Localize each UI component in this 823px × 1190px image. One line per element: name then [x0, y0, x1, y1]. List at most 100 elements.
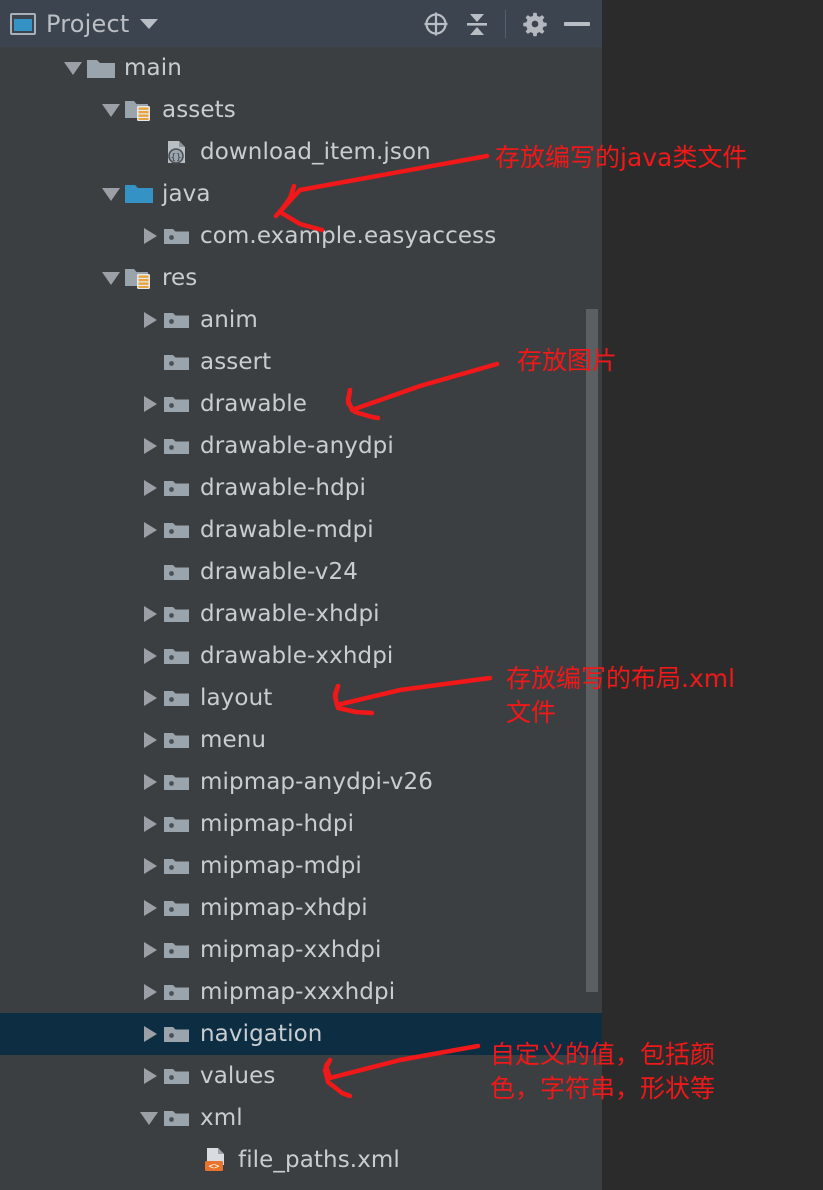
package-icon [162, 895, 192, 921]
folder-resource-icon [124, 265, 154, 291]
tool-window-actions [423, 9, 592, 38]
package-icon [162, 475, 192, 501]
tree-row[interactable]: <> file_paths.xml [0, 1139, 602, 1181]
chevron-right-icon[interactable] [138, 1055, 162, 1097]
chevron-down-icon[interactable] [138, 1097, 162, 1139]
chevron-right-icon[interactable] [138, 677, 162, 719]
settings-gear-icon[interactable] [522, 11, 548, 37]
folder-source-blue-icon [124, 181, 154, 207]
chevron-down-icon[interactable] [100, 257, 124, 299]
tree-row[interactable]: assert [0, 341, 602, 383]
vertical-scrollbar[interactable] [586, 309, 598, 992]
tree-row-label: anim [200, 306, 258, 333]
svg-text:<>: <> [209, 1162, 220, 1172]
chevron-right-icon[interactable] [138, 929, 162, 971]
tree-row[interactable]: mipmap-anydpi-v26 [0, 761, 602, 803]
tree-row-label: res [162, 264, 198, 291]
package-icon [162, 223, 192, 249]
project-view-icon [10, 12, 36, 35]
tree-row[interactable]: mipmap-mdpi [0, 845, 602, 887]
chevron-down-icon[interactable] [100, 89, 124, 131]
chevron-right-icon[interactable] [138, 887, 162, 929]
toggle-placeholder [138, 131, 162, 173]
tree-row[interactable]: drawable-v24 [0, 551, 602, 593]
chevron-right-icon[interactable] [138, 425, 162, 467]
tree-row-label: java [162, 180, 211, 207]
package-icon [162, 433, 192, 459]
package-icon [162, 811, 192, 837]
tree-row[interactable]: anim [0, 299, 602, 341]
package-icon [162, 769, 192, 795]
chevron-right-icon[interactable] [138, 509, 162, 551]
tree-row[interactable]: mipmap-hdpi [0, 803, 602, 845]
package-icon [162, 307, 192, 333]
chevron-down-icon[interactable] [139, 18, 158, 29]
package-icon [162, 643, 192, 669]
tree-row[interactable]: drawable-xhdpi [0, 593, 602, 635]
annotation-text: 存放编写的布局.xml 文件 [506, 664, 736, 727]
package-icon [162, 601, 192, 627]
chevron-right-icon[interactable] [138, 1013, 162, 1055]
package-icon [162, 937, 192, 963]
tree-row-label: drawable-v24 [200, 558, 358, 585]
editor-area-background [602, 0, 823, 1190]
chevron-down-icon[interactable] [100, 173, 124, 215]
chevron-right-icon[interactable] [138, 467, 162, 509]
tree-row[interactable]: drawable-hdpi [0, 467, 602, 509]
tool-window-title-group[interactable]: Project [10, 10, 158, 38]
chevron-right-icon[interactable] [138, 845, 162, 887]
package-icon [162, 517, 192, 543]
tree-row-label: drawable-mdpi [200, 516, 374, 543]
chevron-right-icon[interactable] [138, 719, 162, 761]
tree-row[interactable]: drawable-anydpi [0, 425, 602, 467]
tree-row[interactable]: java [0, 173, 602, 215]
json-file-icon: {} [162, 139, 192, 165]
tree-row[interactable]: mipmap-xhdpi [0, 887, 602, 929]
chevron-right-icon[interactable] [138, 761, 162, 803]
select-opened-file-icon[interactable] [423, 11, 449, 37]
tree-row[interactable]: com.example.easyaccess [0, 215, 602, 257]
chevron-right-icon[interactable] [138, 593, 162, 635]
svg-text:{}: {} [171, 153, 182, 163]
package-icon [162, 391, 192, 417]
tree-row-label: assert [200, 348, 272, 375]
tree-row-label: drawable-anydpi [200, 432, 394, 459]
chevron-right-icon[interactable] [138, 971, 162, 1013]
tree-row-label: xml [200, 1104, 243, 1131]
annotation-text: 自定义的值，包括颜 色，字符串，形状等 [490, 1040, 716, 1103]
tool-window-title: Project [46, 9, 130, 38]
package-icon [162, 1063, 192, 1089]
tree-row[interactable]: drawable [0, 383, 602, 425]
tree-row-label: mipmap-mdpi [200, 852, 362, 879]
project-tool-window: Project main assets {} download_item.jso… [0, 0, 823, 1190]
tree-row-label: download_item.json [200, 138, 431, 165]
chevron-down-icon[interactable] [62, 47, 86, 89]
chevron-right-icon[interactable] [138, 383, 162, 425]
toggle-placeholder [138, 341, 162, 383]
tree-row[interactable]: res [0, 257, 602, 299]
tree-row-label: mipmap-xxhdpi [200, 936, 382, 963]
tree-row-label: file_paths.xml [238, 1146, 400, 1173]
tree-row-label: mipmap-hdpi [200, 810, 355, 837]
collapse-all-icon[interactable] [465, 11, 489, 37]
tree-row[interactable]: assets [0, 89, 602, 131]
minimize-icon[interactable] [564, 21, 590, 26]
xml-file-icon: <> [200, 1147, 230, 1173]
tree-row[interactable]: drawable-mdpi [0, 509, 602, 551]
project-tree[interactable]: main assets {} download_item.jsonjava com.ex… [0, 47, 602, 1190]
tree-row[interactable]: mipmap-xxhdpi [0, 929, 602, 971]
chevron-right-icon[interactable] [138, 299, 162, 341]
package-icon [162, 727, 192, 753]
chevron-right-icon[interactable] [138, 803, 162, 845]
toolbar-separator [505, 9, 506, 38]
chevron-right-icon[interactable] [138, 215, 162, 257]
package-icon [162, 1105, 192, 1131]
folder-icon [86, 55, 116, 81]
tree-row-label: values [200, 1062, 276, 1089]
toggle-placeholder [138, 551, 162, 593]
tree-row-label: navigation [200, 1020, 323, 1047]
tree-row-label: mipmap-xxxhdpi [200, 978, 396, 1005]
tree-row[interactable]: mipmap-xxxhdpi [0, 971, 602, 1013]
chevron-right-icon[interactable] [138, 635, 162, 677]
tree-row[interactable]: main [0, 47, 602, 89]
